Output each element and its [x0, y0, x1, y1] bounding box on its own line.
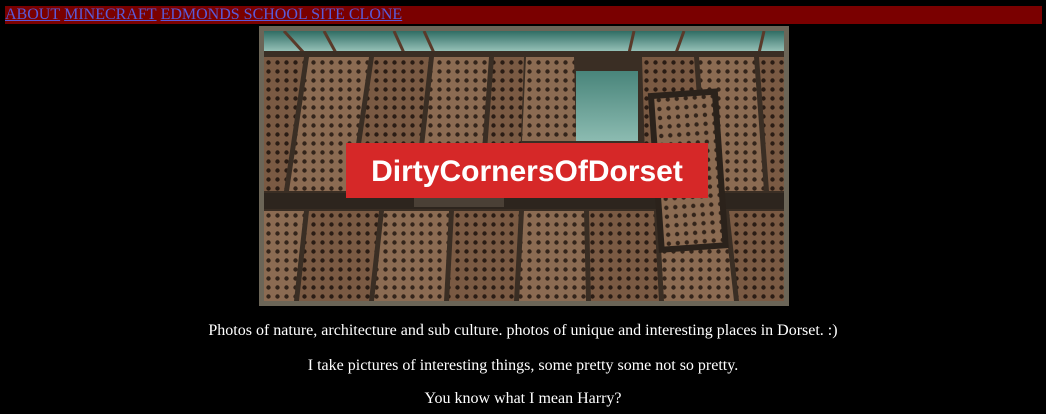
intro-paragraph: Photos of nature, architecture and sub c…: [208, 322, 838, 339]
nav-link-edmonds-school-site-clone[interactable]: EDMONDS SCHOOL SITE CLONE: [161, 6, 403, 23]
logo-text: DirtyCornersOfDorset: [371, 155, 683, 188]
top-nav-bar: ABOUT MINECRAFT EDMONDS SCHOOL SITE CLON…: [5, 6, 1042, 24]
banner-photo: DirtyCornersOfDorset: [264, 31, 784, 301]
description-paragraph: I take pictures of interesting things, s…: [307, 357, 739, 374]
header-banner-image: DirtyCornersOfDorset: [259, 26, 789, 306]
nav-link-minecraft[interactable]: MINECRAFT: [64, 6, 156, 23]
nav-link-about[interactable]: ABOUT: [5, 6, 60, 23]
closing-paragraph: You know what I mean Harry?: [424, 390, 622, 407]
